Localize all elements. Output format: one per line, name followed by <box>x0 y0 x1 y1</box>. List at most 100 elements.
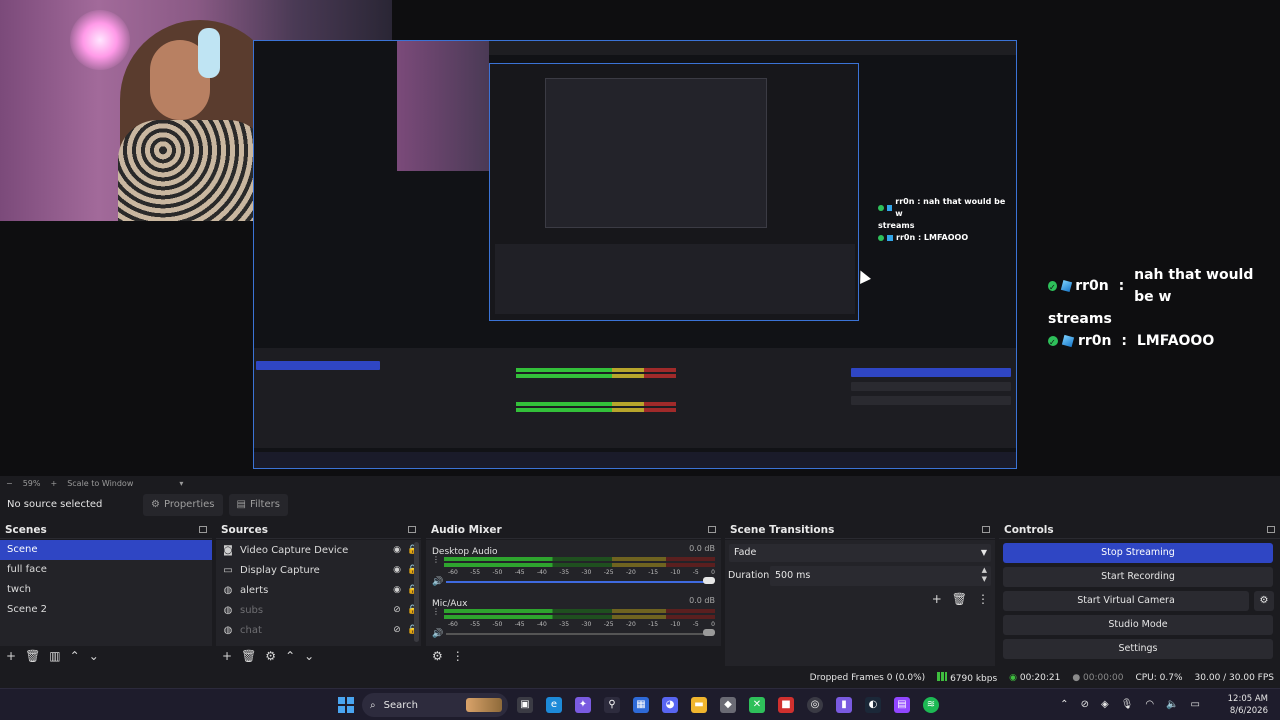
move-down-icon[interactable]: ⌄ <box>89 649 99 663</box>
duration-label: Duration <box>728 570 770 581</box>
add-icon[interactable]: + <box>6 649 16 663</box>
volume-slider-handle[interactable] <box>703 629 715 636</box>
undock-icon[interactable] <box>199 526 207 533</box>
cube-badge-icon <box>1061 334 1075 348</box>
source-item[interactable]: ◍ alerts ◉ 🔒 <box>216 580 421 600</box>
start-virtual-camera-button[interactable]: Start Virtual Camera <box>1003 591 1249 611</box>
taskbar-search[interactable]: ⌕ Search <box>362 693 508 717</box>
stop-streaming-button[interactable]: Stop Streaming <box>1003 543 1273 563</box>
clock-date: 8/6/2026 <box>1229 706 1268 716</box>
add-icon[interactable]: + <box>932 592 942 606</box>
trash-icon[interactable]: 🗑 <box>952 592 967 606</box>
microphone-icon[interactable]: 🎙 <box>1121 699 1134 710</box>
scene-list: Scene full face twch Scene 2 <box>0 540 212 646</box>
volume-icon[interactable]: 🔈 <box>1166 699 1178 710</box>
task-view-icon[interactable]: ▣ <box>517 697 533 713</box>
edge-icon[interactable]: e <box>546 697 562 713</box>
undock-icon[interactable] <box>708 526 716 533</box>
chat-username: rr0n <box>1078 333 1112 349</box>
cube-badge-icon <box>1060 280 1072 292</box>
eye-icon[interactable]: ◉ <box>389 565 405 575</box>
duration-field[interactable]: 500 ms ▲ ▼ <box>770 566 991 586</box>
clock[interactable]: 12:05 AM 8/6/2026 <box>1228 693 1268 717</box>
copilot-icon[interactable]: ✦ <box>575 697 591 713</box>
discord-icon[interactable]: ◕ <box>662 697 678 713</box>
source-item[interactable]: ◍ chat ⊘ 🔒 <box>216 620 421 640</box>
store-icon[interactable]: ▦ <box>633 697 649 713</box>
preview-canvas[interactable]: rr0n : nah that would be w streams rr0n … <box>0 0 1280 476</box>
wifi-icon[interactable]: ◠ <box>1145 699 1154 710</box>
windows-start-icon[interactable] <box>338 697 354 713</box>
scene-item[interactable]: twch <box>0 580 212 600</box>
speaker-icon[interactable]: 🔊 <box>432 577 443 587</box>
undock-icon[interactable] <box>408 526 416 533</box>
chat-text: nah that would be w <box>1134 267 1254 305</box>
zoom-out-button[interactable]: − <box>6 479 13 488</box>
scene-item[interactable]: full face <box>0 560 212 580</box>
scale-mode-select[interactable]: Scale to Window <box>67 479 133 488</box>
source-item[interactable]: ▭ Display Capture ◉ 🔒 <box>216 560 421 580</box>
windows-taskbar: ⌕ Search ▣ e ✦ ⚲ ▦ ◕ ▬ ◆ ✕ ■ ◎ ▮ ◐ ▤ ≋ ⌃… <box>0 688 1280 720</box>
chevron-down-icon[interactable]: ▾ <box>179 479 183 488</box>
pin-icon[interactable]: ⚲ <box>604 697 620 713</box>
trash-icon[interactable]: 🗑 <box>241 649 256 663</box>
obs-icon[interactable]: ◎ <box>807 697 823 713</box>
mute-icon[interactable]: ⊘ <box>1081 699 1089 710</box>
eye-off-icon[interactable]: ⊘ <box>389 605 405 615</box>
source-item[interactable]: ◙ Video Capture Device ◉ 🔒 <box>216 540 421 560</box>
tray-app-icon[interactable]: ◈ <box>1101 699 1109 710</box>
start-recording-button[interactable]: Start Recording <box>1003 567 1273 587</box>
kebab-menu-icon[interactable]: ⋮ <box>432 607 440 616</box>
add-icon[interactable]: + <box>222 649 232 663</box>
twitch-icon[interactable]: ▮ <box>836 697 852 713</box>
kebab-menu-icon[interactable]: ⋮ <box>432 555 440 564</box>
gear-icon[interactable]: ⚙ <box>1254 591 1274 611</box>
game-icon[interactable]: ◆ <box>720 697 736 713</box>
scene-item[interactable]: Scene 2 <box>0 600 212 620</box>
studio-mode-button[interactable]: Studio Mode <box>1003 615 1273 635</box>
recorder-icon[interactable]: ■ <box>778 697 794 713</box>
move-up-icon[interactable]: ⌃ <box>70 649 80 663</box>
eye-off-icon[interactable]: ⊘ <box>389 625 405 635</box>
source-name: chat <box>240 624 262 636</box>
undock-icon[interactable] <box>982 526 990 533</box>
move-down-icon[interactable]: ⌄ <box>304 649 314 663</box>
kebab-menu-icon[interactable]: ⋮ <box>977 592 989 606</box>
volume-slider[interactable] <box>446 581 713 583</box>
zoom-bar: − 59% + Scale to Window ▾ <box>0 476 1280 490</box>
volume-meter <box>444 557 715 561</box>
folder-icon[interactable]: ▬ <box>691 697 707 713</box>
eye-icon[interactable]: ◉ <box>389 545 405 555</box>
scene-item[interactable]: Scene <box>0 540 212 560</box>
move-up-icon[interactable]: ⌃ <box>285 649 295 663</box>
filters-button[interactable]: ▤ Filters <box>228 493 288 516</box>
xbox-icon[interactable]: ✕ <box>749 697 765 713</box>
dock-title: Sources <box>221 523 269 536</box>
volume-slider-handle[interactable] <box>703 577 715 584</box>
speaker-icon[interactable]: 🔊 <box>432 629 443 639</box>
battery-icon[interactable]: ▭ <box>1191 699 1200 710</box>
spotify-icon[interactable]: ≋ <box>923 697 939 713</box>
source-item[interactable]: ◍ subs ⊘ 🔒 <box>216 600 421 620</box>
mixer-settings-icon[interactable]: ⚙ <box>432 649 443 663</box>
filter-icon[interactable]: ▥ <box>49 649 60 663</box>
gear-icon[interactable]: ⚙ <box>265 649 276 663</box>
nested-chat-line: rr0n : nah that would be w <box>895 197 1006 218</box>
chevron-up-icon[interactable]: ⌃ <box>1060 699 1068 710</box>
settings-button[interactable]: Settings <box>1003 639 1273 659</box>
steam-icon[interactable]: ◐ <box>865 697 881 713</box>
status-bar: Dropped Frames 0 (0.0%) 6790 kbps ◉ 00:2… <box>0 669 1280 687</box>
chevron-down-icon: ▼ <box>980 548 987 557</box>
volume-slider[interactable] <box>446 633 713 635</box>
scrollbar[interactable] <box>414 542 419 642</box>
stream-app-icon[interactable]: ▤ <box>894 697 910 713</box>
transition-select[interactable]: Fade ▼ <box>729 544 991 562</box>
properties-button[interactable]: ⚙ Properties <box>143 493 223 516</box>
kebab-menu-icon[interactable]: ⋮ <box>452 649 464 663</box>
spinner-arrows-icon[interactable]: ▲ ▼ <box>982 566 987 584</box>
zoom-in-button[interactable]: + <box>50 479 57 488</box>
eye-icon[interactable]: ◉ <box>389 585 405 595</box>
trash-icon[interactable]: 🗑 <box>25 649 40 663</box>
undock-icon[interactable] <box>1267 526 1275 533</box>
source-name: subs <box>240 604 264 616</box>
